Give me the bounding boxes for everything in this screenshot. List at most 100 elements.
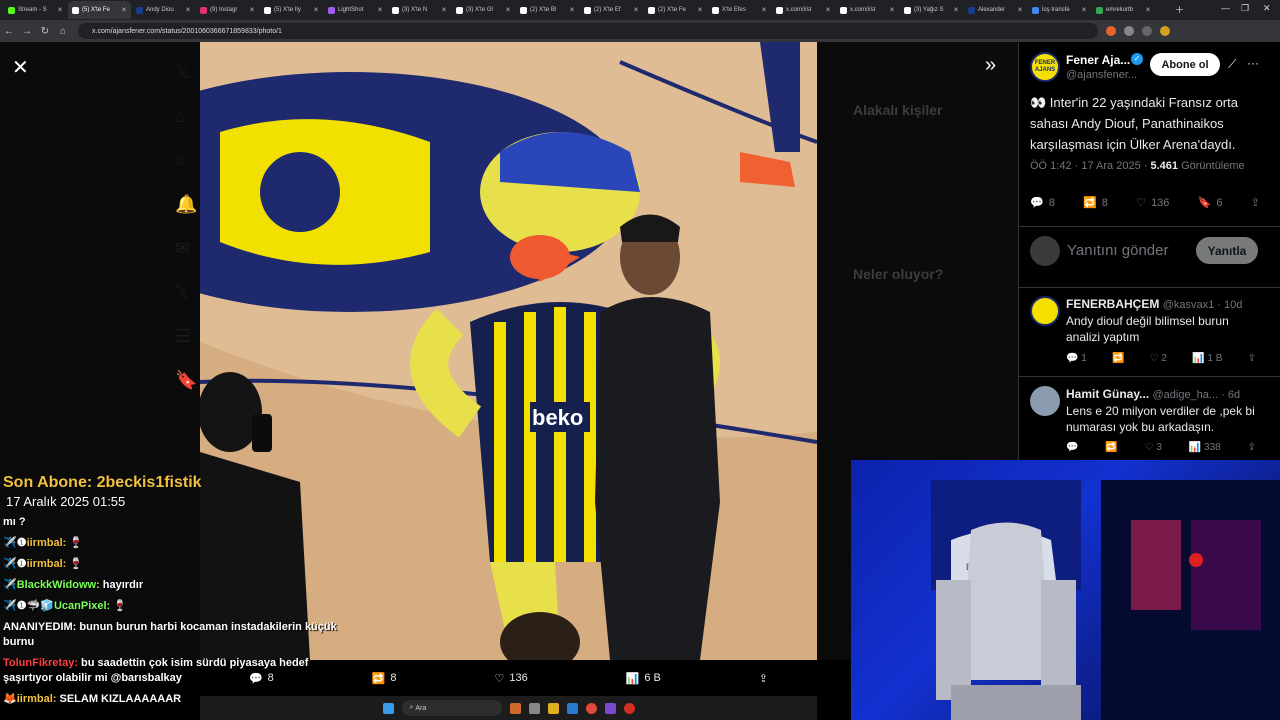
tab-close-icon[interactable]: ✕ <box>57 6 63 14</box>
tab-close-icon[interactable]: ✕ <box>953 6 959 14</box>
chat-username: ANANIYEDIM: <box>3 621 77 633</box>
viewer-repost-button[interactable]: 🔁 8 <box>372 672 397 685</box>
tab-close-icon[interactable]: ✕ <box>633 6 639 14</box>
comment-avatar[interactable] <box>1030 296 1060 326</box>
more-options-icon[interactable]: ··· <box>1247 56 1259 70</box>
folder-icon[interactable] <box>547 702 559 714</box>
tab-close-icon[interactable]: ✕ <box>1145 6 1151 14</box>
tab-close-icon[interactable]: ✕ <box>569 6 575 14</box>
viewer-like-button[interactable]: ♡ 136 <box>494 672 527 685</box>
like-button[interactable]: ♡ 2 <box>1150 353 1167 364</box>
taskbar-search[interactable]: ⌕ Ara <box>401 700 502 716</box>
browser-tab[interactable]: (5) X'te Fe ✕ <box>68 1 131 19</box>
comment-text: Lens e 20 milyon verdiler de ,pek bi num… <box>1066 404 1255 434</box>
browser-tab[interactable]: (3) X'te Gl ✕ <box>452 1 515 19</box>
tab-close-icon[interactable]: ✕ <box>761 6 767 14</box>
chrome-icon[interactable] <box>585 702 597 714</box>
subscribe-button[interactable]: Abone ol <box>1150 53 1220 76</box>
tab-label: (3) Yağız S <box>914 7 944 13</box>
account-avatar[interactable]: FENER AJANS <box>1030 52 1060 82</box>
tab-close-icon[interactable]: ✕ <box>505 6 511 14</box>
views-button[interactable]: 📊 338 <box>1189 442 1221 453</box>
expand-sidebar-button[interactable]: » <box>985 54 996 77</box>
comment-author: Hamit Günay... @adige_ha... · 6d <box>1066 387 1241 401</box>
browser-tab[interactable]: (2) X'te Ef ✕ <box>580 1 643 19</box>
browser-tab[interactable]: (2) X'te Bl ✕ <box>516 1 579 19</box>
reload-icon[interactable]: ↻ <box>36 26 54 37</box>
new-tab-button[interactable]: ＋ <box>1175 3 1184 16</box>
tab-close-icon[interactable]: ✕ <box>889 6 895 14</box>
grok-icon[interactable]: ⟋ <box>1228 57 1236 72</box>
close-viewer-button[interactable]: ✕ <box>12 55 29 80</box>
maximize-icon[interactable]: ❐ <box>1241 3 1249 14</box>
reply-input[interactable]: Yanıtını gönder <box>1067 242 1168 259</box>
app-icon[interactable] <box>509 702 521 714</box>
extension-icon[interactable] <box>1142 26 1152 36</box>
browser-tab[interactable]: (3) Yağız S ✕ <box>900 1 963 19</box>
url-input[interactable]: x.com/ajansfener.com/status/200106036667… <box>78 23 1098 39</box>
tab-close-icon[interactable]: ✕ <box>1017 6 1023 14</box>
browser-tab[interactable]: Andy Diou ✕ <box>132 1 195 19</box>
app-icon[interactable] <box>528 702 540 714</box>
viewer-views-button[interactable]: 📊 6 B <box>626 672 661 685</box>
reply-button[interactable]: 💬 <box>1066 442 1078 453</box>
browser-tab[interactable]: x.com/i/st ✕ <box>772 1 835 19</box>
browser-tab[interactable]: emrekurtb ✕ <box>1092 1 1155 19</box>
tab-close-icon[interactable]: ✕ <box>313 6 319 14</box>
account-name[interactable]: Fener Aja... <box>1066 53 1130 67</box>
viewer-share-button[interactable]: ⇪ <box>759 672 768 685</box>
reply-submit-button[interactable]: Yanıtla <box>1196 237 1258 264</box>
account-handle[interactable]: @ajansfener... <box>1066 69 1137 81</box>
browser-tab[interactable]: LightShot ✕ <box>324 1 387 19</box>
tab-close-icon[interactable]: ✕ <box>697 6 703 14</box>
tab-label: x.com/i/st <box>786 7 812 13</box>
repost-icon: 🔁 <box>371 672 386 685</box>
browser-tab[interactable]: (9) Instagr ✕ <box>196 1 259 19</box>
share-button[interactable]: ⇪ <box>1248 442 1256 453</box>
like-button[interactable]: ♡ 3 <box>1145 442 1162 453</box>
like-button[interactable]: ♡ 136 <box>1136 196 1169 210</box>
close-window-icon[interactable]: ✕ <box>1263 3 1271 14</box>
repost-button[interactable]: 🔁 8 <box>1083 196 1108 210</box>
windows-taskbar: ⌕ Ara <box>200 696 817 720</box>
profile-avatar[interactable] <box>1160 26 1170 36</box>
tab-favicon-icon <box>840 6 847 14</box>
chat-username: BlackkWidoww: <box>16 579 100 591</box>
tab-close-icon[interactable]: ✕ <box>441 6 447 14</box>
discord-icon[interactable] <box>604 702 616 714</box>
browser-tab[interactable]: x.com/i/st ✕ <box>836 1 899 19</box>
tab-close-icon[interactable]: ✕ <box>121 6 127 14</box>
bookmark-button[interactable]: 🔖 6 <box>1198 196 1223 210</box>
tweet-timestamp[interactable]: ÖÖ 1:42 · 17 Ara 2025 · <box>1030 160 1147 172</box>
tab-close-icon[interactable]: ✕ <box>185 6 191 14</box>
comment-avatar[interactable] <box>1030 386 1060 416</box>
tab-close-icon[interactable]: ✕ <box>249 6 255 14</box>
app-icon[interactable] <box>566 702 578 714</box>
tab-close-icon[interactable]: ✕ <box>825 6 831 14</box>
back-icon[interactable]: ← <box>0 26 18 37</box>
repost-button[interactable]: 🔁 <box>1105 442 1117 453</box>
chat-username: iirmbal: <box>16 693 57 705</box>
browser-tab[interactable]: (5) X'te Ily ✕ <box>260 1 323 19</box>
minimize-icon[interactable]: — <box>1221 3 1230 13</box>
repost-button[interactable]: 🔁 <box>1112 353 1124 364</box>
browser-tab[interactable]: (2) X'te Fe ✕ <box>644 1 707 19</box>
home-icon[interactable]: ⌂ <box>54 26 72 37</box>
reply-button[interactable]: 💬 1 <box>1066 353 1087 364</box>
browser-tab[interactable]: Alexander ✕ <box>964 1 1027 19</box>
windows-start-icon[interactable] <box>382 702 394 714</box>
obs-icon[interactable] <box>623 702 635 714</box>
extension-icon[interactable] <box>1106 26 1116 36</box>
browser-tab[interactable]: loş transfe ✕ <box>1028 1 1091 19</box>
extension-icon[interactable] <box>1124 26 1134 36</box>
browser-tab[interactable]: X'te Efes ✕ <box>708 1 771 19</box>
browser-tab[interactable]: Stream - S ✕ <box>4 1 67 19</box>
reply-button[interactable]: 💬 8 <box>1030 196 1055 210</box>
views-button[interactable]: 📊 1 B <box>1192 353 1222 364</box>
browser-tab[interactable]: (3) X'te N ✕ <box>388 1 451 19</box>
share-button[interactable]: ⇪ <box>1251 196 1260 209</box>
share-button[interactable]: ⇪ <box>1248 353 1256 364</box>
tab-close-icon[interactable]: ✕ <box>377 6 383 14</box>
forward-icon[interactable]: → <box>18 26 36 37</box>
tab-close-icon[interactable]: ✕ <box>1081 6 1087 14</box>
